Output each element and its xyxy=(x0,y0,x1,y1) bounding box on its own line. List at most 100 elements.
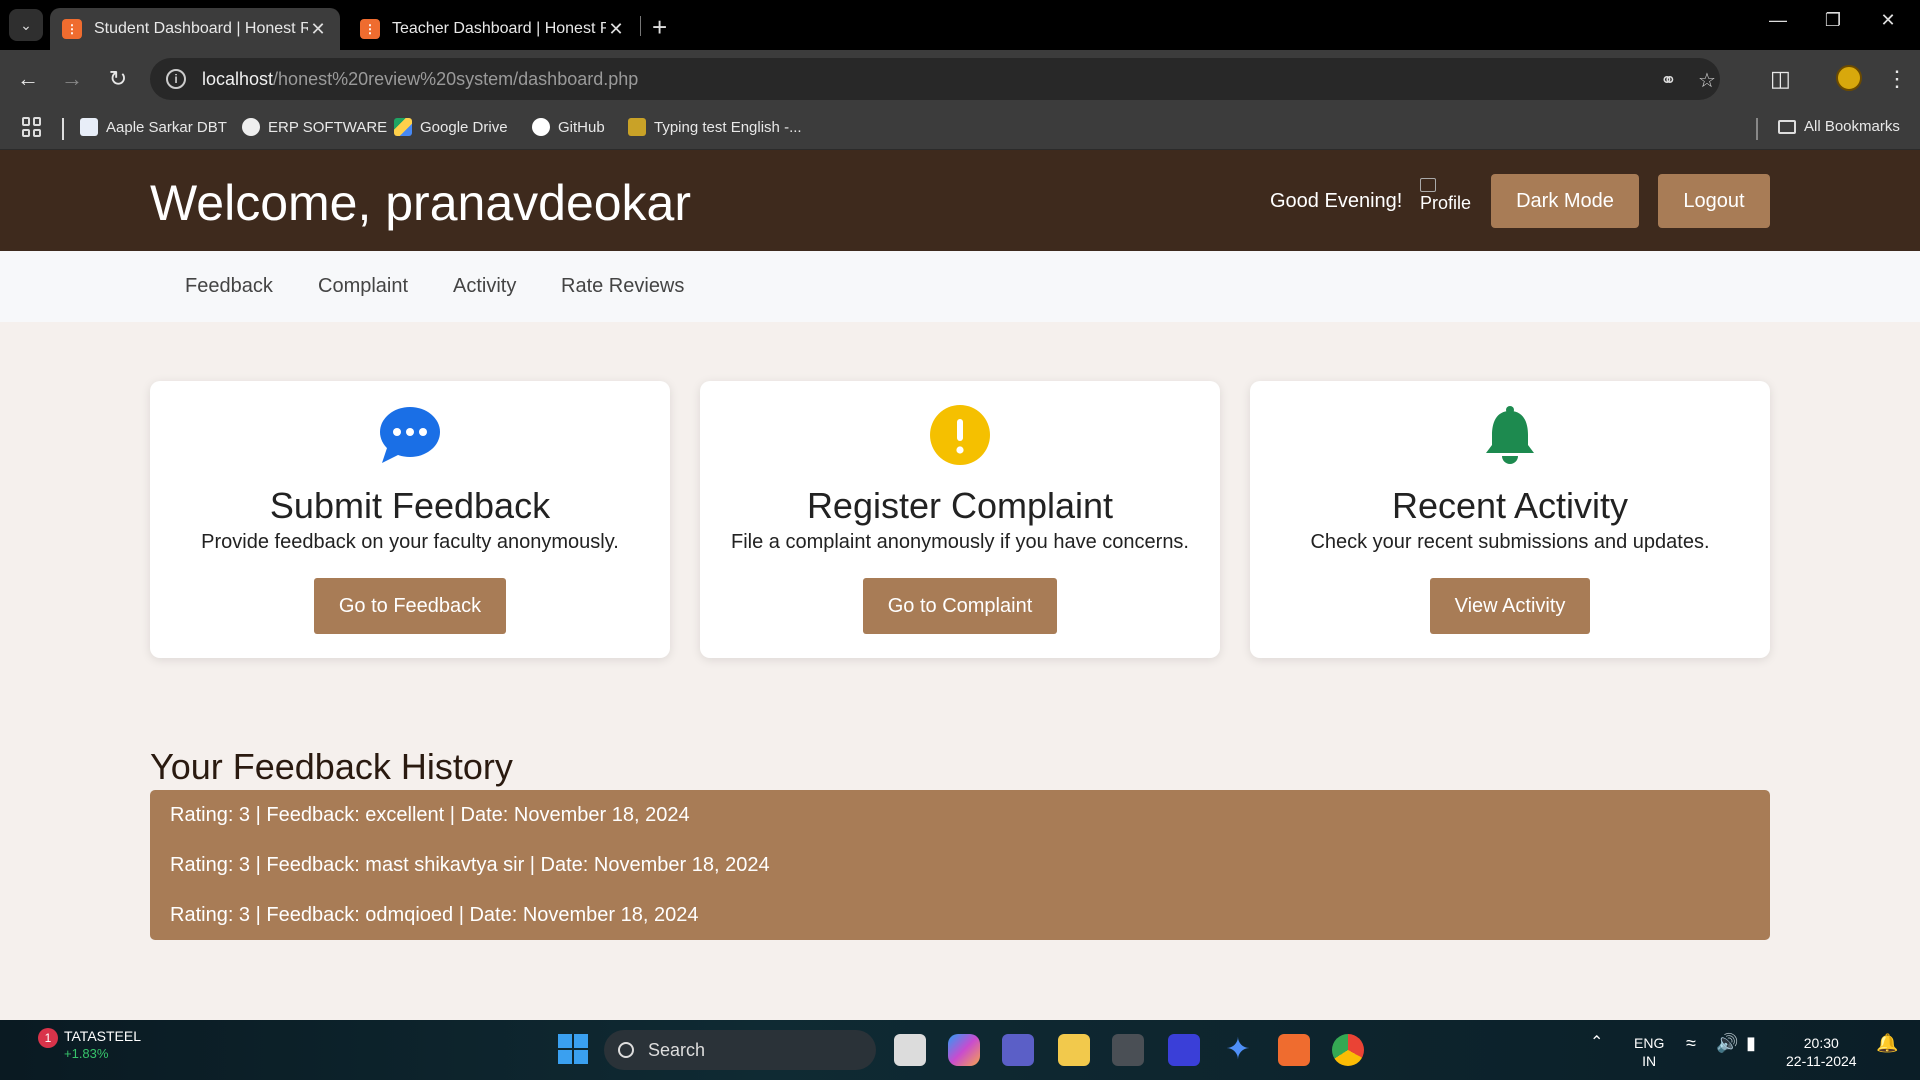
bookmark-divider xyxy=(62,118,64,140)
date-label: 22-11-2024 xyxy=(1786,1053,1857,1069)
back-arrow-icon[interactable]: ← xyxy=(14,66,42,92)
tab-search-button[interactable]: ⌄ xyxy=(9,9,43,41)
extensions-icon[interactable]: ◫ xyxy=(1770,66,1791,92)
notification-bell-icon[interactable]: 🔔 xyxy=(1876,1034,1898,1052)
nav-feedback[interactable]: Feedback xyxy=(185,275,273,298)
list-item: Rating: 3 | Feedback: excellent | Date: … xyxy=(170,804,690,826)
file-explorer-icon[interactable] xyxy=(1058,1034,1090,1066)
bookmark-github[interactable]: GitHub xyxy=(532,118,605,136)
view-activity-button[interactable]: View Activity xyxy=(1430,578,1590,634)
taskbar-search[interactable]: Search xyxy=(604,1030,876,1070)
url-host: localhost xyxy=(202,68,274,89)
close-icon[interactable]: ✕ xyxy=(308,19,328,40)
wifi-icon[interactable]: ≈ xyxy=(1686,1034,1696,1052)
app-cube-icon[interactable] xyxy=(1112,1034,1144,1066)
bookmark-label: ERP SOFTWARE xyxy=(268,118,388,136)
windows-taskbar: TATASTEEL +1.83% 1 Search ✦ ⌃ ENG IN ≈ 🔊… xyxy=(0,1020,1920,1080)
go-to-feedback-button[interactable]: Go to Feedback xyxy=(314,578,506,634)
kebab-menu-icon[interactable]: ⋮ xyxy=(1886,66,1908,92)
language-label: ENG xyxy=(1634,1035,1665,1051)
bookmark-divider xyxy=(1756,118,1758,140)
app-m-icon[interactable] xyxy=(1168,1034,1200,1066)
bookmark-google-drive[interactable]: Google Drive xyxy=(394,118,508,136)
logout-button[interactable]: Logout xyxy=(1658,174,1770,228)
go-to-complaint-button[interactable]: Go to Complaint xyxy=(863,578,1057,634)
feedback-history-list: Rating: 3 | Feedback: excellent | Date: … xyxy=(150,790,1770,940)
bookmark-label: GitHub xyxy=(558,118,605,136)
bookmark-label: Typing test English -... xyxy=(654,118,802,136)
all-bookmarks[interactable]: All Bookmarks xyxy=(1778,118,1900,135)
list-item: Rating: 3 | Feedback: mast shikavtya sir… xyxy=(170,854,770,876)
time-label: 20:30 xyxy=(1803,1035,1839,1051)
new-tab-button[interactable]: + xyxy=(652,12,667,43)
site-header: Welcome, pranavdeokar Good Evening! Prof… xyxy=(0,150,1920,251)
volume-icon[interactable]: 🔊 xyxy=(1716,1034,1738,1052)
region-label: IN xyxy=(1642,1053,1657,1069)
task-view-icon[interactable] xyxy=(894,1034,926,1066)
welcome-title: Welcome, pranavdeokar xyxy=(150,175,692,231)
forward-arrow-icon[interactable]: → xyxy=(58,66,86,92)
stock-name: TATASTEEL xyxy=(64,1028,142,1044)
bookmark-label: Google Drive xyxy=(420,118,508,136)
activity-card: Recent Activity Check your recent submis… xyxy=(1250,381,1770,658)
dark-mode-button[interactable]: Dark Mode xyxy=(1491,174,1639,228)
bookmark-erp-software[interactable]: ERP SOFTWARE xyxy=(242,118,387,136)
nav-activity[interactable]: Activity xyxy=(453,275,516,298)
tab-student-dashboard[interactable]: ⋮ Student Dashboard | Honest Re ✕ xyxy=(50,8,340,50)
password-key-icon[interactable]: ⚭ xyxy=(1660,68,1677,93)
bookmark-label: Aaple Sarkar DBT xyxy=(106,118,227,136)
notification-badge: 1 xyxy=(38,1028,58,1048)
profile-image[interactable]: Profile xyxy=(1420,178,1472,222)
apps-grid-icon[interactable] xyxy=(22,117,42,137)
xampp-favicon-icon: ⋮ xyxy=(62,19,82,39)
close-icon[interactable]: ✕ xyxy=(606,19,626,40)
copilot-icon[interactable] xyxy=(948,1034,980,1066)
bookmark-typing-test[interactable]: Typing test English -... xyxy=(628,118,802,136)
google-drive-icon xyxy=(394,118,412,136)
document-icon xyxy=(80,118,98,136)
clock[interactable]: 20:30 22-11-2024 xyxy=(1786,1034,1857,1070)
emblem-icon xyxy=(628,118,646,136)
card-title: Register Complaint xyxy=(806,485,1114,526)
tab-divider xyxy=(640,16,641,36)
reload-icon[interactable]: ↻ xyxy=(104,66,132,92)
search-label: Search xyxy=(648,1039,706,1060)
address-bar[interactable]: i localhost/honest%20review%20system/das… xyxy=(150,58,1720,100)
xampp-favicon-icon: ⋮ xyxy=(360,19,380,39)
site-info-icon[interactable]: i xyxy=(166,69,186,89)
feedback-card: Submit Feedback Provide feedback on your… xyxy=(150,381,670,658)
search-icon xyxy=(618,1042,634,1058)
chat-bubble-icon xyxy=(150,405,670,465)
list-item: Rating: 3 | Feedback: odmqioed | Date: N… xyxy=(170,904,699,926)
all-bookmarks-label: All Bookmarks xyxy=(1804,118,1900,135)
nav-rate-reviews[interactable]: Rate Reviews xyxy=(561,275,684,298)
page-nav: Feedback Complaint Activity Rate Reviews xyxy=(0,251,1920,322)
language-indicator[interactable]: ENG IN xyxy=(1634,1034,1664,1070)
nav-complaint[interactable]: Complaint xyxy=(318,275,408,298)
bookmark-aaple-sarkar[interactable]: Aaple Sarkar DBT xyxy=(80,118,227,136)
chrome-profile-avatar[interactable] xyxy=(1836,65,1862,91)
stock-change: +1.83% xyxy=(64,1046,109,1061)
chrome-icon[interactable] xyxy=(1332,1034,1364,1066)
globe-icon xyxy=(242,118,260,136)
card-description: File a complaint anonymously if you have… xyxy=(730,531,1189,553)
xampp-icon[interactable] xyxy=(1278,1034,1310,1066)
minimize-icon[interactable]: — xyxy=(1758,10,1798,31)
restore-icon[interactable]: ❐ xyxy=(1813,10,1853,31)
greeting-text: Good Evening! xyxy=(1270,190,1403,212)
tab-teacher-dashboard[interactable]: ⋮ Teacher Dashboard | Honest Re ✕ xyxy=(348,8,638,50)
card-description: Provide feedback on your faculty anonymo… xyxy=(201,531,619,553)
battery-icon[interactable]: ▮ xyxy=(1746,1034,1756,1052)
broken-image-icon xyxy=(1420,178,1436,192)
browser-tab-bar: ⌄ ⋮ Student Dashboard | Honest Re ✕ ⋮ Te… xyxy=(0,0,1920,50)
tab-title: Teacher Dashboard | Honest Re xyxy=(392,20,606,37)
windows-start-icon[interactable] xyxy=(558,1034,588,1064)
bell-icon xyxy=(1250,405,1770,465)
sparkle-icon[interactable]: ✦ xyxy=(1222,1034,1254,1066)
profile-alt-text: Profile xyxy=(1420,193,1472,213)
close-window-icon[interactable]: ✕ xyxy=(1868,10,1908,31)
browser-toolbar: ← → ↻ i localhost/honest%20review%20syst… xyxy=(0,50,1920,108)
chevron-up-icon[interactable]: ⌃ xyxy=(1590,1034,1603,1052)
bookmark-star-icon[interactable]: ☆ xyxy=(1698,68,1716,93)
teams-icon[interactable] xyxy=(1002,1034,1034,1066)
